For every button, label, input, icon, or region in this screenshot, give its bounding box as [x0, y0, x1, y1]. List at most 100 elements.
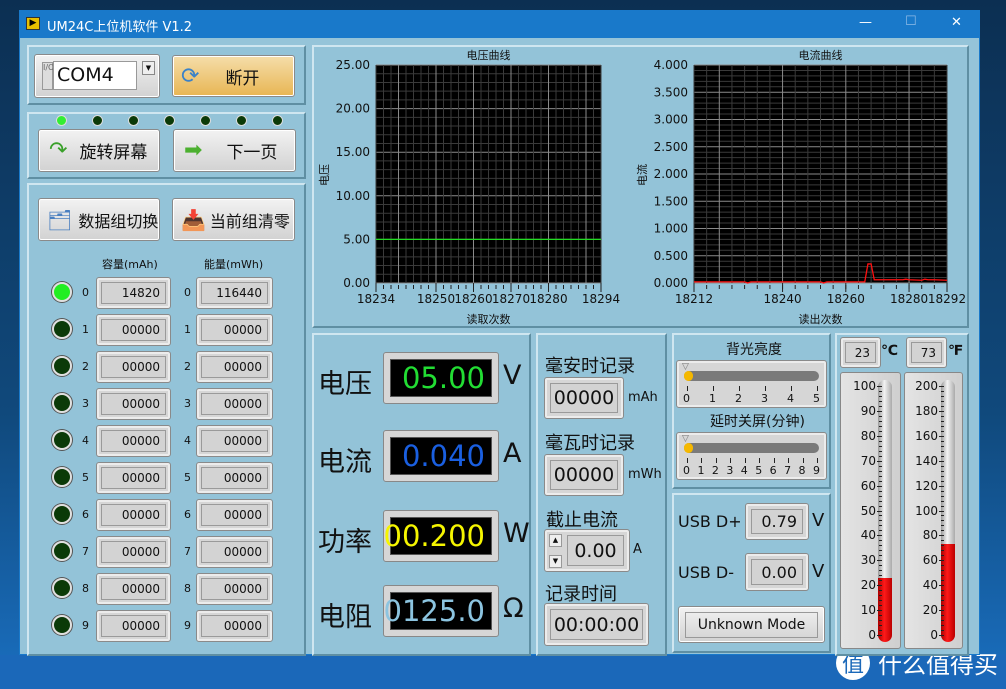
slider-tick-mark	[687, 458, 688, 463]
minor-tick	[879, 415, 882, 417]
minor-tick	[879, 545, 882, 547]
minor-tick	[879, 470, 882, 472]
screen-off-delay-slider[interactable]: ▽ 0 1 2 3 4 5 6 7 8 9	[676, 432, 827, 480]
minor-tick	[941, 625, 944, 627]
slider-tick-label: 1	[709, 392, 716, 405]
mwh-unit: mWh	[628, 467, 662, 482]
slider-tick-label: 9	[813, 464, 820, 477]
slider-tick-label: 0	[683, 392, 690, 405]
cutoff-current-value[interactable]: 0.00	[567, 535, 624, 566]
minor-tick	[941, 505, 944, 507]
minor-tick	[941, 575, 944, 577]
x-tick-label: 18250	[417, 292, 455, 306]
celsius-unit: ℃	[881, 343, 898, 359]
minor-tick	[941, 445, 944, 447]
slider-tick-mark	[802, 458, 804, 463]
minor-tick	[879, 580, 882, 582]
minor-tick	[879, 530, 882, 532]
slider-track[interactable]	[684, 443, 819, 453]
minor-tick	[941, 495, 944, 497]
x-tick-label: 18234	[357, 292, 395, 306]
slider-tick-mark	[713, 386, 714, 391]
slider-fill	[684, 371, 693, 381]
minor-tick	[879, 525, 882, 527]
scale-tick	[939, 585, 944, 587]
y-tick-label: 1.500	[654, 194, 688, 208]
minor-tick	[879, 515, 882, 517]
usb-dplus-field: 0.79	[745, 503, 809, 540]
decrement-arrow-icon[interactable]: ▼	[549, 555, 562, 568]
scale-tick	[939, 635, 944, 636]
minor-tick	[941, 620, 944, 622]
minor-tick	[879, 550, 882, 552]
minor-tick	[879, 595, 882, 597]
cutoff-unit: A	[633, 542, 642, 557]
c-scale-label: 90	[860, 403, 876, 418]
scale-tick	[939, 510, 944, 512]
usb-dminus-label: USB D-	[678, 563, 735, 582]
mwh-record-label: 毫瓦时记录	[545, 433, 635, 454]
scale-tick	[877, 560, 882, 562]
scale-tick	[877, 610, 882, 612]
c-scale-label: 0	[868, 628, 876, 642]
fahrenheit-field: 73	[906, 337, 947, 368]
reading-display: 00.200	[383, 510, 499, 562]
y-tick-label: 3.000	[654, 113, 688, 127]
minor-tick	[941, 540, 944, 542]
slider-tick-label: 4	[787, 392, 794, 405]
minor-tick	[941, 515, 944, 517]
minor-tick	[941, 615, 944, 617]
y-axis-label: 电压	[318, 164, 331, 186]
mah-unit: mAh	[628, 390, 658, 405]
slider-tick-label: 8	[798, 464, 806, 477]
reading-unit: A	[503, 438, 522, 469]
f-scale-label: 40	[922, 578, 938, 593]
celsius-value: 23	[845, 342, 876, 363]
slider-tick-mark	[791, 386, 792, 391]
minor-tick	[941, 530, 944, 532]
reading-display: 05.00	[383, 352, 499, 404]
usb-mode-label: Unknown Mode	[684, 611, 819, 638]
usb-dplus-unit: V	[812, 510, 825, 531]
f-scale-label: 200	[915, 379, 938, 393]
f-scale-label: 20	[922, 603, 938, 618]
fahrenheit-unit: ℉	[948, 343, 964, 359]
y-tick-label: 2.500	[654, 140, 688, 154]
scale-tick	[877, 510, 882, 512]
minor-tick	[941, 450, 944, 452]
backlight-brightness-slider[interactable]: ▽ 0 1 2 3 4 5	[676, 360, 827, 408]
minor-tick	[879, 445, 882, 447]
slider-tick-mark	[765, 386, 766, 391]
minor-tick	[879, 455, 882, 457]
scale-tick	[877, 485, 882, 487]
x-tick-label: 18280	[529, 292, 567, 306]
minor-tick	[941, 490, 944, 492]
slider-tick-label: 1	[697, 464, 705, 477]
slider-thumb-icon[interactable]: ▽	[682, 434, 689, 444]
minor-tick	[879, 390, 882, 392]
slider-tick-label: 2	[735, 392, 742, 405]
slider-track[interactable]	[684, 371, 819, 381]
y-tick-label: 1.000	[654, 222, 688, 236]
minor-tick	[879, 450, 882, 452]
x-tick-label: 18260	[827, 292, 865, 306]
minor-tick	[941, 425, 944, 427]
c-scale-label: 80	[860, 428, 876, 443]
usb-mode-button[interactable]: Unknown Mode	[678, 606, 825, 643]
slider-thumb-icon[interactable]: ▽	[682, 362, 689, 372]
minor-tick	[941, 455, 944, 457]
f-scale-label: 80	[922, 528, 938, 543]
y-tick-label: 20.00	[336, 102, 370, 116]
slider-tick-label: 5	[755, 464, 763, 477]
slider-label: 背光亮度	[726, 342, 782, 358]
fahrenheit-value: 73	[911, 342, 942, 363]
slider-fill	[684, 443, 693, 453]
minor-tick	[941, 570, 944, 572]
cutoff-current-spinner[interactable]: ▲ ▼ 0.00	[544, 529, 630, 572]
slider-tick-mark	[788, 458, 790, 463]
scale-tick	[877, 435, 882, 437]
minor-tick	[941, 630, 944, 632]
slider-tick-label: 3	[726, 464, 734, 477]
slider-tick-mark	[715, 458, 717, 463]
increment-arrow-icon[interactable]: ▲	[549, 534, 562, 547]
